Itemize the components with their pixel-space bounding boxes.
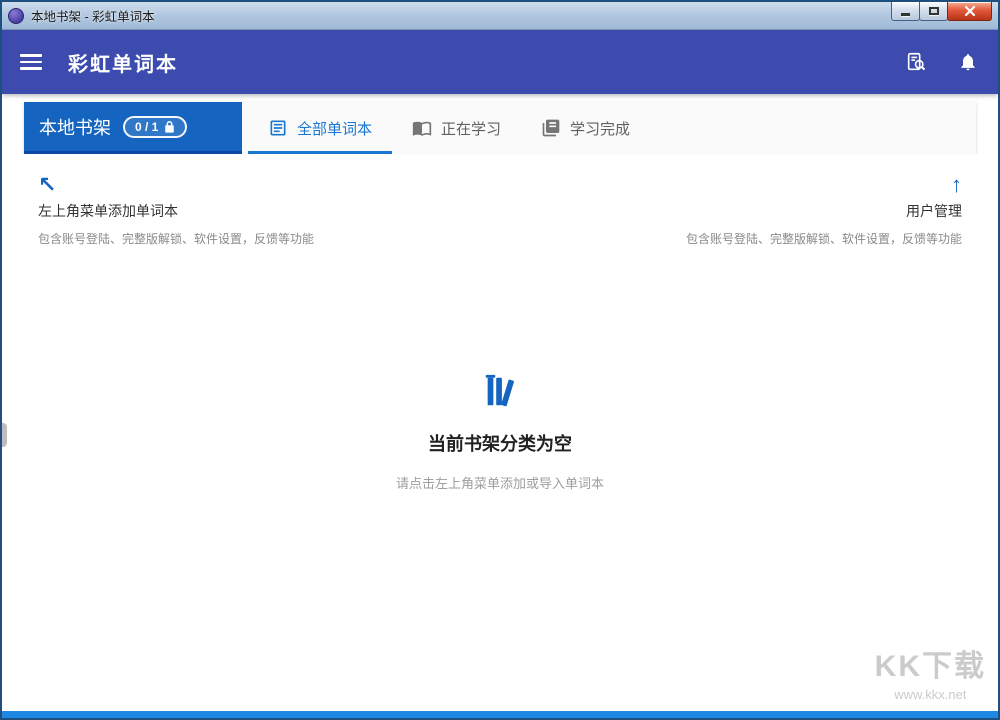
tab-learning[interactable]: 正在学习 xyxy=(392,102,521,154)
minimize-button[interactable] xyxy=(891,2,920,21)
maximize-icon xyxy=(929,7,939,15)
app-title: 彩虹单词本 xyxy=(68,48,178,77)
library-books-icon xyxy=(477,373,523,411)
shelf-tab-local[interactable]: 本地书架 0 / 1 xyxy=(24,102,242,154)
lock-icon xyxy=(164,121,175,133)
tabs: 全部单词本 正在学习 学习完成 xyxy=(242,102,976,154)
app-window: 本地书架 - 彩虹单词本 彩虹单词本 xyxy=(0,0,1000,720)
open-book-icon xyxy=(412,118,432,138)
bottom-accent-bar xyxy=(2,711,998,718)
wordbook-icon xyxy=(268,118,288,138)
tab-all-wordbooks[interactable]: 全部单词本 xyxy=(248,102,392,154)
main-content: ↖ 左上角菜单添加单词本 包含账号登陆、完整版解锁、软件设置，反馈等功能 ↑ 用… xyxy=(2,154,998,492)
watermark-url: www.kkx.net xyxy=(875,687,986,702)
tab-label: 正在学习 xyxy=(441,118,501,139)
watermark-text: KK下载 xyxy=(875,641,986,685)
close-icon xyxy=(964,5,976,17)
appbar-actions xyxy=(904,50,980,74)
arrow-up-icon: ↑ xyxy=(686,174,962,196)
search-document-icon xyxy=(905,51,927,73)
books-stack-icon xyxy=(541,118,561,138)
window-title: 本地书架 - 彩虹单词本 xyxy=(31,6,155,25)
minimize-icon xyxy=(901,13,910,16)
tab-label: 全部单词本 xyxy=(297,118,372,139)
user-hint-title: 用户管理 xyxy=(686,201,962,221)
empty-state-title: 当前书架分类为空 xyxy=(2,430,998,456)
menu-hint: ↖ 左上角菜单添加单词本 包含账号登陆、完整版解锁、软件设置，反馈等功能 xyxy=(38,174,314,247)
maximize-button[interactable] xyxy=(919,2,948,21)
titlebar: 本地书架 - 彩虹单词本 xyxy=(2,2,998,30)
hints-row: ↖ 左上角菜单添加单词本 包含账号登陆、完整版解锁、软件设置，反馈等功能 ↑ 用… xyxy=(2,154,998,247)
tabrow: 本地书架 0 / 1 全部单词本 xyxy=(24,102,976,154)
appbar: 彩虹单词本 xyxy=(2,30,998,94)
hamburger-icon xyxy=(20,54,42,57)
watermark: KK下载 www.kkx.net xyxy=(875,641,986,702)
notifications-button[interactable] xyxy=(956,50,980,74)
menu-button[interactable] xyxy=(20,54,42,70)
tab-label: 学习完成 xyxy=(570,118,630,139)
menu-hint-subtitle: 包含账号登陆、完整版解锁、软件设置，反馈等功能 xyxy=(38,230,314,247)
search-button[interactable] xyxy=(904,50,928,74)
left-edge-scroll-handle[interactable] xyxy=(2,423,7,447)
window-controls xyxy=(892,2,992,21)
shelf-count-badge: 0 / 1 xyxy=(123,116,187,138)
user-hint-subtitle: 包含账号登陆、完整版解锁、软件设置，反馈等功能 xyxy=(686,230,962,247)
arrow-up-left-icon: ↖ xyxy=(38,174,314,196)
bell-icon xyxy=(958,52,978,72)
menu-hint-title: 左上角菜单添加单词本 xyxy=(38,201,314,221)
close-button[interactable] xyxy=(947,2,992,21)
empty-state: 当前书架分类为空 请点击左上角菜单添加或导入单词本 xyxy=(2,373,998,492)
user-hint: ↑ 用户管理 包含账号登陆、完整版解锁、软件设置，反馈等功能 xyxy=(686,174,962,247)
shelf-tab-label: 本地书架 xyxy=(39,114,111,140)
shelf-count-value: 0 / 1 xyxy=(135,120,158,134)
tabrow-wrap: 本地书架 0 / 1 全部单词本 xyxy=(2,94,998,154)
empty-state-subtitle: 请点击左上角菜单添加或导入单词本 xyxy=(2,473,998,492)
tab-completed[interactable]: 学习完成 xyxy=(521,102,650,154)
app-icon xyxy=(8,8,24,24)
